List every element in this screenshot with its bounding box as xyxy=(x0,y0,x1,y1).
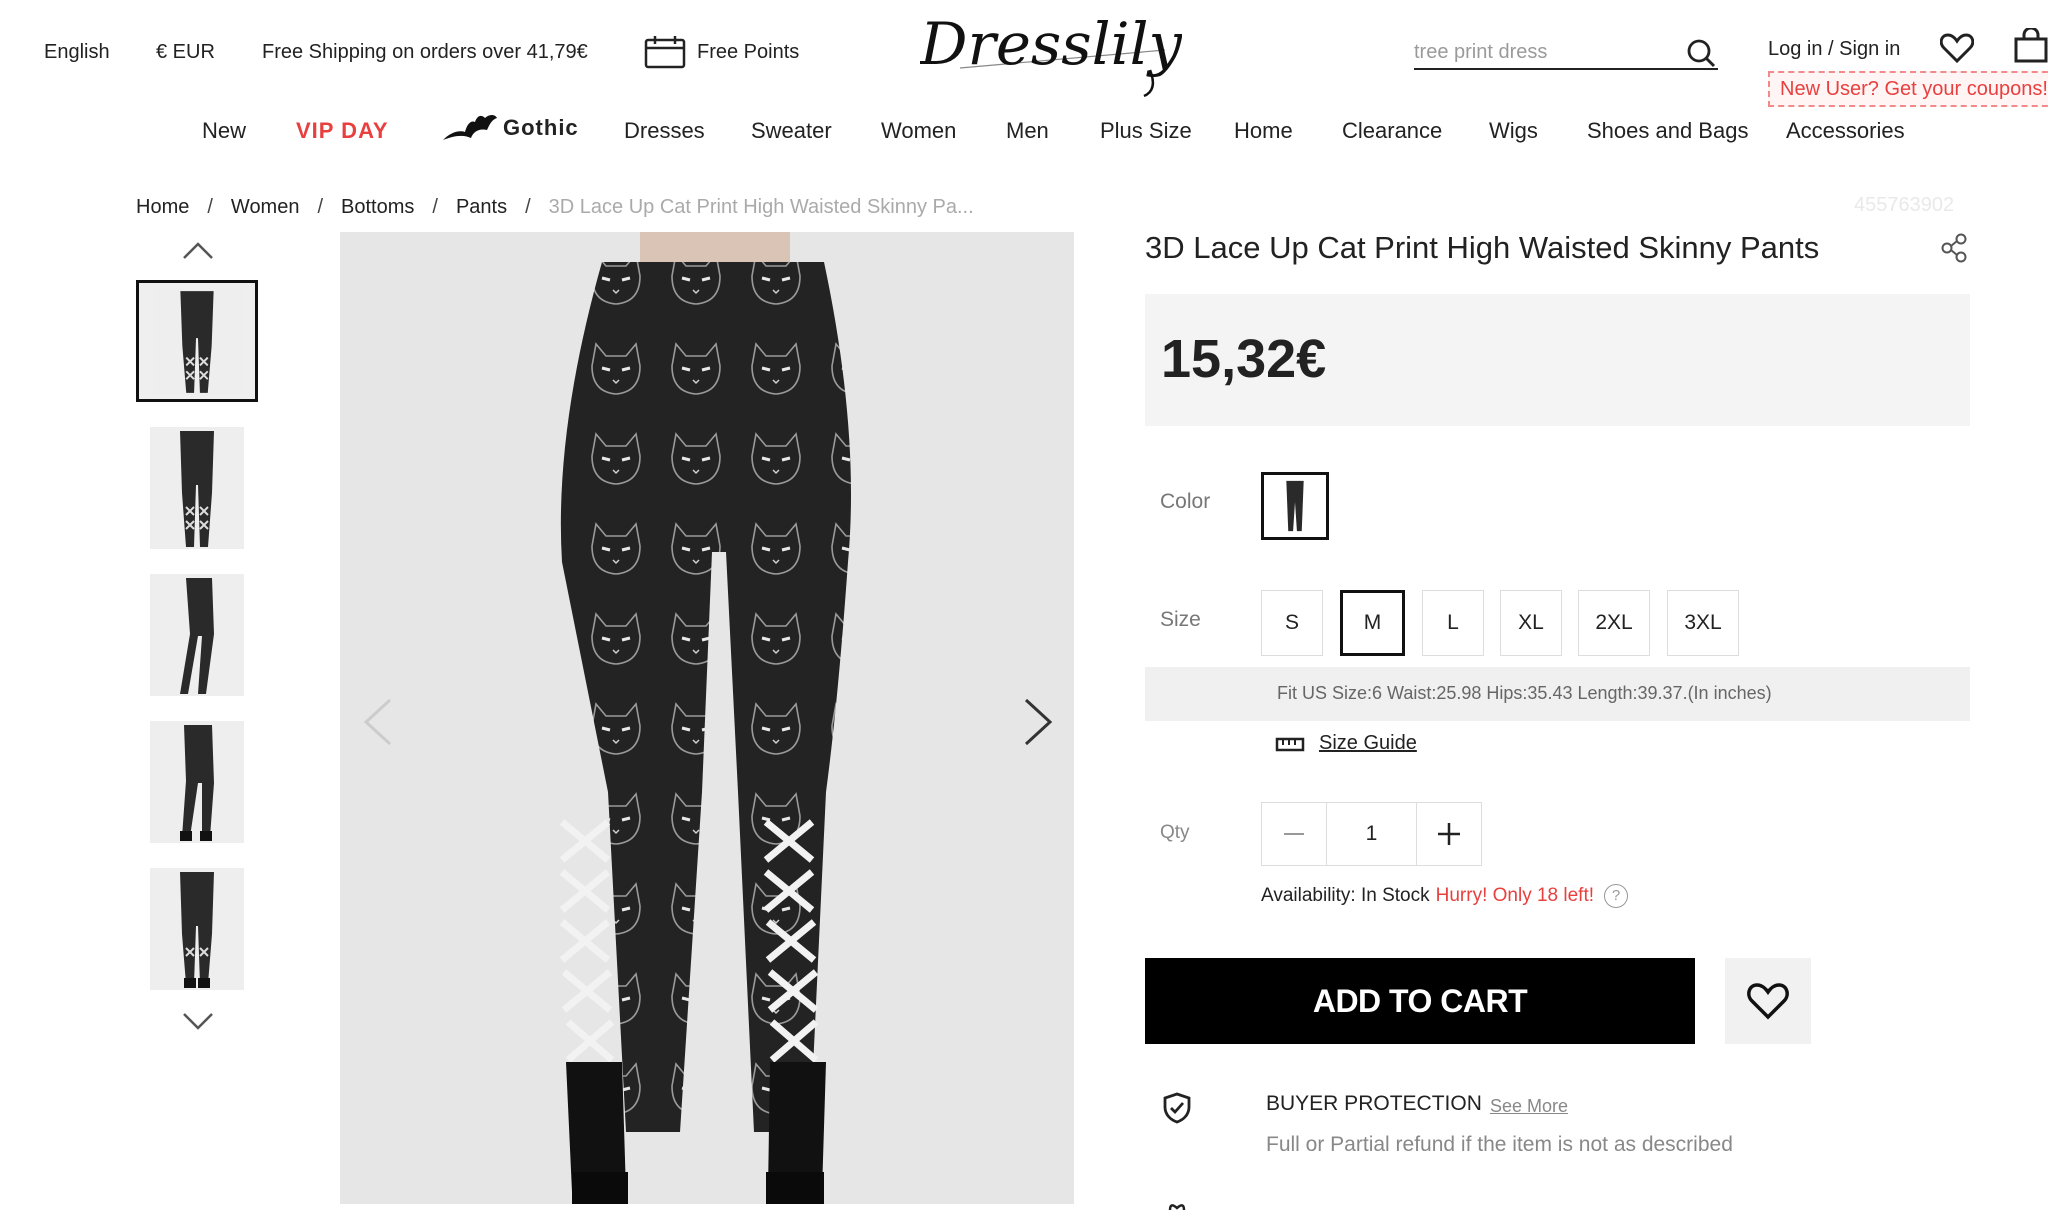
new-user-coupon-banner[interactable]: New User? Get your coupons! xyxy=(1768,71,2048,107)
buyer-protection-title: BUYER PROTECTION xyxy=(1266,1092,1482,1115)
nav-item-shoes-and-bags[interactable]: Shoes and Bags xyxy=(1587,118,1748,144)
nav-item-clearance[interactable]: Clearance xyxy=(1342,118,1442,144)
logo-text: Dresslily xyxy=(920,10,1182,78)
breadcrumb-separator: / xyxy=(317,196,324,218)
chevron-up-icon[interactable] xyxy=(180,238,216,262)
breadcrumb-separator: / xyxy=(525,196,531,218)
heart-icon xyxy=(1747,983,1789,1020)
currency-selector[interactable]: € EUR xyxy=(156,41,215,64)
quantity-stepper xyxy=(1261,802,1482,866)
share-icon[interactable] xyxy=(1940,232,1968,264)
qty-decrease-button[interactable] xyxy=(1262,803,1326,865)
buyer-protection-description: Full or Partial refund if the item is no… xyxy=(1266,1133,1733,1156)
nav-item-accessories[interactable]: Accessories xyxy=(1786,118,1905,144)
fit-info: Fit US Size:6 Waist:25.98 Hips:35.43 Len… xyxy=(1145,667,1970,721)
logo-script: Dresslily xyxy=(919,10,1183,98)
search-bar xyxy=(1414,36,1718,70)
shopping-bag-icon[interactable] xyxy=(2012,28,2048,64)
nav-item-gothic-label: Gothic xyxy=(503,115,579,140)
thumbnail-image xyxy=(150,868,244,990)
breadcrumb-women[interactable]: Women xyxy=(231,196,300,218)
gallery-thumbnail[interactable] xyxy=(150,574,244,696)
availability: Availability: In Stock Hurry! Only 18 le… xyxy=(1261,884,1629,908)
add-to-cart-button[interactable]: ADD TO CART xyxy=(1145,958,1695,1044)
gallery-thumbnail[interactable] xyxy=(150,721,244,843)
gallery-thumbnail[interactable] xyxy=(136,280,258,402)
product-photo xyxy=(340,232,1074,1204)
color-swatch-image xyxy=(1286,480,1304,532)
main-nav: New VIP DAY Gothic Dresses Sweater Women… xyxy=(0,112,2048,152)
breadcrumb-separator: / xyxy=(207,196,213,218)
qty-input[interactable] xyxy=(1326,803,1417,865)
shield-check-icon xyxy=(1163,1092,1191,1124)
stock-warning: Hurry! Only 18 left! xyxy=(1435,885,1595,906)
nav-item-home[interactable]: Home xyxy=(1234,118,1293,144)
nav-item-women[interactable]: Women xyxy=(881,118,956,144)
nav-item-vip-day[interactable]: VIP DAY xyxy=(296,118,389,144)
size-label: Size xyxy=(1160,608,1201,631)
free-points-label: Free Points xyxy=(697,40,800,63)
size-option-2xl[interactable]: 2XL xyxy=(1578,590,1650,656)
ruler-icon xyxy=(1275,737,1305,751)
breadcrumb-separator: / xyxy=(432,196,438,218)
nav-item-dresses[interactable]: Dresses xyxy=(624,118,705,144)
bat-icon xyxy=(443,115,497,140)
color-label: Color xyxy=(1160,490,1211,513)
product-sku: 455763902 xyxy=(1854,194,1955,216)
breadcrumb-pants[interactable]: Pants xyxy=(456,196,507,218)
heart-icon[interactable] xyxy=(1940,32,1974,64)
plus-icon xyxy=(1438,823,1460,845)
breadcrumb: Home / Women / Bottoms / Pants / 3D Lace Up Cat … xyxy=(136,196,974,219)
size-option-s[interactable]: S xyxy=(1261,590,1323,656)
thumbnail-image xyxy=(150,427,244,549)
breadcrumb-bottoms[interactable]: Bottoms xyxy=(341,196,414,218)
thumbnail-image xyxy=(150,721,244,843)
previous-image-arrow-icon[interactable] xyxy=(360,696,394,748)
minus-icon xyxy=(1284,833,1304,835)
search-icon[interactable] xyxy=(1686,38,1716,68)
gallery-thumbnail[interactable] xyxy=(150,427,244,549)
size-guide-label: Size Guide xyxy=(1319,732,1417,754)
qty-label: Qty xyxy=(1160,822,1190,843)
chevron-down-icon[interactable] xyxy=(180,1010,216,1034)
nav-item-men[interactable]: Men xyxy=(1006,118,1049,144)
gift-icon xyxy=(1168,1204,1186,1211)
thumbnail-image xyxy=(153,287,241,395)
add-to-wishlist-button[interactable] xyxy=(1725,958,1811,1044)
main-product-image[interactable] xyxy=(340,232,1074,1204)
size-option-l[interactable]: L xyxy=(1422,590,1484,656)
calendar-icon xyxy=(644,36,686,69)
see-more-link[interactable]: See More xyxy=(1490,1096,1568,1117)
size-option-m[interactable]: M xyxy=(1340,590,1405,656)
help-icon[interactable]: ? xyxy=(1604,884,1629,908)
nav-item-wigs[interactable]: Wigs xyxy=(1489,118,1538,144)
price-box: 15,32€ xyxy=(1145,294,1970,426)
nav-item-gothic[interactable]: Gothic xyxy=(441,110,579,146)
thumbnail-image xyxy=(150,574,244,696)
search-input[interactable] xyxy=(1414,36,1664,68)
language-selector[interactable]: English xyxy=(44,41,110,64)
product-title: 3D Lace Up Cat Print High Waisted Skinny… xyxy=(1145,230,1820,265)
login-link[interactable]: Log in / Sign in xyxy=(1768,38,1900,61)
free-shipping-notice[interactable]: Free Shipping on orders over 41,79€ xyxy=(262,41,588,64)
size-option-xl[interactable]: XL xyxy=(1500,590,1562,656)
product-price: 15,32€ xyxy=(1161,329,1327,389)
qty-increase-button[interactable] xyxy=(1417,803,1481,865)
next-image-arrow-icon[interactable] xyxy=(1022,696,1056,748)
size-guide-link[interactable]: Size Guide xyxy=(1275,732,1417,755)
size-option-3xl[interactable]: 3XL xyxy=(1667,590,1739,656)
top-bar: English € EUR Free Shipping on orders ov… xyxy=(0,0,2048,110)
nav-item-sweater[interactable]: Sweater xyxy=(751,118,832,144)
breadcrumb-current: 3D Lace Up Cat Print High Waisted Skinny… xyxy=(548,196,974,218)
free-points-link[interactable]: Free Points xyxy=(643,34,799,70)
color-swatch-black[interactable] xyxy=(1261,472,1329,540)
nav-item-new[interactable]: New xyxy=(202,118,246,144)
nav-item-plus-size[interactable]: Plus Size xyxy=(1100,118,1192,144)
availability-status: Availability: In Stock xyxy=(1261,885,1430,906)
dresslily-logo[interactable]: Dresslily xyxy=(919,8,1183,98)
breadcrumb-home[interactable]: Home xyxy=(136,196,189,218)
gallery-thumbnail[interactable] xyxy=(150,868,244,990)
